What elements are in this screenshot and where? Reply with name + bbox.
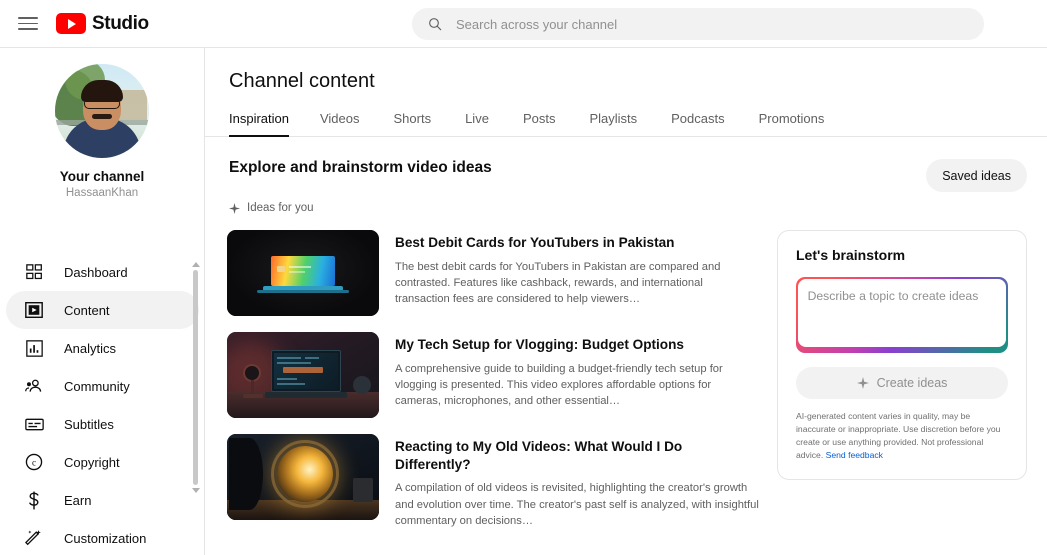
hamburger-icon[interactable] bbox=[18, 12, 42, 36]
sidebar-label: Earn bbox=[64, 492, 92, 508]
content-tabs: Inspiration Videos Shorts Live Posts Pla… bbox=[205, 107, 1047, 137]
idea-thumbnail[interactable] bbox=[227, 434, 379, 520]
content-row: Best Debit Cards for YouTubers in Pakist… bbox=[205, 214, 1047, 545]
scrollbar-thumb[interactable] bbox=[193, 270, 198, 485]
sidebar-label: Analytics bbox=[64, 340, 117, 356]
idea-card[interactable]: My Tech Setup for Vlogging: Budget Optio… bbox=[227, 332, 759, 418]
idea-text: Best Debit Cards for YouTubers in Pakist… bbox=[395, 230, 759, 316]
sidebar-label: Dashboard bbox=[64, 264, 128, 280]
search-container bbox=[412, 8, 984, 40]
search-box[interactable] bbox=[412, 8, 984, 40]
sidebar-label: Subtitles bbox=[64, 416, 114, 432]
tab-live[interactable]: Live bbox=[448, 111, 506, 136]
section-header: Explore and brainstorm video ideas Saved… bbox=[205, 137, 1047, 192]
search-input[interactable] bbox=[456, 16, 969, 32]
brainstorm-panel: Let's brainstorm Create ideas AI-generat… bbox=[777, 230, 1027, 480]
svg-text:c: c bbox=[32, 458, 36, 468]
customization-icon bbox=[22, 526, 46, 550]
sidebar-item-copyright[interactable]: c Copyright bbox=[6, 443, 199, 481]
ideas-for-you-label: Ideas for you bbox=[247, 202, 314, 214]
top-bar: Studio bbox=[0, 0, 1047, 48]
sidebar-item-customization[interactable]: Customization bbox=[6, 519, 199, 553]
sidebar-label: Copyright bbox=[64, 454, 120, 470]
idea-description: A comprehensive guide to building a budg… bbox=[395, 362, 723, 408]
brainstorm-input-border bbox=[796, 277, 1008, 354]
sidebar-item-subtitles[interactable]: Subtitles bbox=[6, 405, 199, 443]
tab-posts[interactable]: Posts bbox=[506, 111, 573, 136]
channel-name: Your channel bbox=[59, 169, 145, 184]
brainstorm-title: Let's brainstorm bbox=[796, 247, 906, 263]
ideas-list: Best Debit Cards for YouTubers in Pakist… bbox=[227, 230, 759, 545]
idea-title: Best Debit Cards for YouTubers in Pakist… bbox=[395, 235, 675, 250]
idea-thumbnail[interactable] bbox=[227, 332, 379, 418]
sidebar-item-earn[interactable]: Earn bbox=[6, 481, 199, 519]
sidebar-label: Content bbox=[64, 302, 110, 318]
sidebar-item-community[interactable]: Community bbox=[6, 367, 199, 405]
ideas-for-you-row: Ideas for you bbox=[205, 192, 1047, 214]
brainstorm-topic-input[interactable] bbox=[797, 278, 1007, 347]
idea-card[interactable]: Best Debit Cards for YouTubers in Pakist… bbox=[227, 230, 759, 316]
copyright-icon: c bbox=[22, 450, 46, 474]
tab-videos[interactable]: Videos bbox=[303, 111, 377, 136]
create-ideas-button[interactable]: Create ideas bbox=[796, 367, 1008, 400]
page-title: Channel content bbox=[229, 70, 375, 92]
idea-title: My Tech Setup for Vlogging: Budget Optio… bbox=[395, 337, 684, 352]
idea-title: Reacting to My Old Videos: What Would I … bbox=[395, 439, 683, 472]
youtube-studio-window: Studio Your channel HassaanKhan bbox=[0, 0, 1047, 555]
sidebar-nav: Dashboard Content Analytics Community Su… bbox=[0, 253, 205, 553]
sparkle-icon bbox=[229, 202, 240, 214]
idea-text: My Tech Setup for Vlogging: Budget Optio… bbox=[395, 332, 759, 418]
sidebar-label: Customization bbox=[64, 530, 147, 546]
idea-text: Reacting to My Old Videos: What Would I … bbox=[395, 434, 759, 529]
tab-promotions[interactable]: Promotions bbox=[742, 111, 842, 136]
sidebar-label: Community bbox=[64, 378, 130, 394]
tab-shorts[interactable]: Shorts bbox=[377, 111, 449, 136]
send-feedback-link[interactable]: Send feedback bbox=[826, 450, 883, 460]
main-content: Channel content Inspiration Videos Short… bbox=[205, 48, 1047, 555]
idea-description: The best debit cards for YouTubers in Pa… bbox=[395, 260, 721, 306]
scroll-up-icon[interactable] bbox=[191, 262, 200, 267]
sidebar-scrollbar[interactable] bbox=[191, 262, 200, 550]
sidebar-item-analytics[interactable]: Analytics bbox=[6, 329, 199, 367]
idea-description: A compilation of old videos is revisited… bbox=[395, 482, 759, 527]
analytics-icon bbox=[22, 336, 46, 360]
channel-block[interactable]: Your channel HassaanKhan bbox=[0, 48, 204, 199]
section-title: Explore and brainstorm video ideas bbox=[229, 159, 492, 176]
community-icon bbox=[22, 374, 46, 398]
earn-icon bbox=[22, 488, 46, 512]
channel-handle: HassaanKhan bbox=[65, 187, 139, 199]
brand-label: Studio bbox=[92, 12, 149, 34]
tab-inspiration[interactable]: Inspiration bbox=[229, 111, 303, 137]
idea-card[interactable]: Reacting to My Old Videos: What Would I … bbox=[227, 434, 759, 529]
sidebar-item-dashboard[interactable]: Dashboard bbox=[6, 253, 199, 291]
sidebar: Your channel HassaanKhan Dashboard Conte… bbox=[0, 48, 205, 555]
idea-thumbnail[interactable] bbox=[227, 230, 379, 316]
create-ideas-label: Create ideas bbox=[876, 376, 948, 391]
ai-disclaimer: AI-generated content varies in quality, … bbox=[796, 410, 1008, 462]
tab-playlists[interactable]: Playlists bbox=[572, 111, 654, 136]
subtitles-icon bbox=[22, 412, 46, 436]
search-icon bbox=[429, 18, 442, 31]
content-icon bbox=[22, 298, 46, 322]
saved-ideas-button[interactable]: Saved ideas bbox=[926, 159, 1027, 192]
youtube-logo-icon bbox=[56, 13, 86, 34]
scroll-down-icon[interactable] bbox=[191, 488, 200, 493]
sidebar-item-content[interactable]: Content bbox=[6, 291, 199, 329]
avatar[interactable] bbox=[55, 64, 149, 158]
studio-logo[interactable]: Studio bbox=[56, 13, 149, 35]
dashboard-icon bbox=[22, 260, 46, 284]
sparkle-icon bbox=[856, 377, 869, 390]
tab-podcasts[interactable]: Podcasts bbox=[654, 111, 741, 136]
